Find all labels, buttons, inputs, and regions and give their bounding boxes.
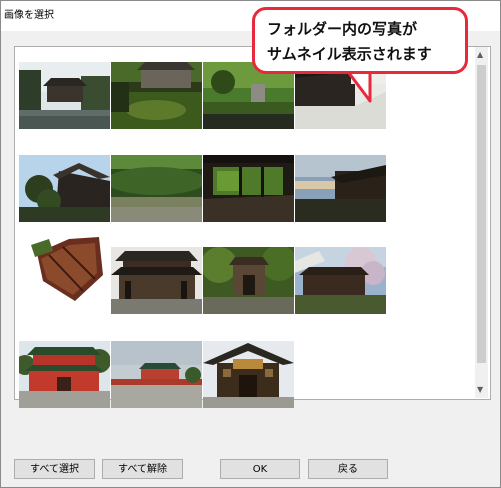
deselect-all-button[interactable]: すべて解除 [102, 459, 183, 479]
callout-line-1: フォルダー内の写真が [267, 20, 418, 38]
ok-button[interactable]: OK [220, 459, 300, 479]
thumbnail-image[interactable] [19, 155, 110, 222]
callout-annotation: フォルダー内の写真が サムネイル表示されます [252, 7, 468, 74]
thumbnail-image[interactable] [295, 155, 386, 222]
callout-text: フォルダー内の写真が サムネイル表示されます [267, 17, 463, 67]
thumbnail-image[interactable] [111, 155, 202, 222]
thumbnail-image[interactable] [295, 247, 386, 314]
thumbnail-image[interactable] [203, 247, 294, 314]
thumbnail-image[interactable] [111, 62, 202, 129]
thumbnail-list[interactable] [14, 46, 491, 408]
thumbnail-image[interactable] [19, 341, 110, 408]
callout-line-2: サムネイル表示されます [267, 45, 432, 63]
callout-pointer [344, 69, 372, 103]
scroll-up-icon[interactable]: ▲ [477, 50, 483, 60]
vertical-scrollbar[interactable]: ▲ ▼ [475, 47, 488, 398]
thumbnail-image[interactable] [203, 341, 294, 408]
thumbnail-image[interactable] [111, 341, 202, 408]
thumbnail-image[interactable] [19, 235, 110, 302]
scrollbar-thumb[interactable] [477, 65, 486, 363]
back-button[interactable]: 戻る [308, 459, 388, 479]
dialog-title: 画像を選択 [4, 10, 54, 21]
thumbnail-image[interactable] [19, 62, 110, 129]
thumbnail-image[interactable] [203, 155, 294, 222]
thumbnail-image[interactable] [111, 247, 202, 314]
scroll-down-icon[interactable]: ▼ [477, 385, 483, 395]
select-all-button[interactable]: すべて選択 [14, 459, 95, 479]
